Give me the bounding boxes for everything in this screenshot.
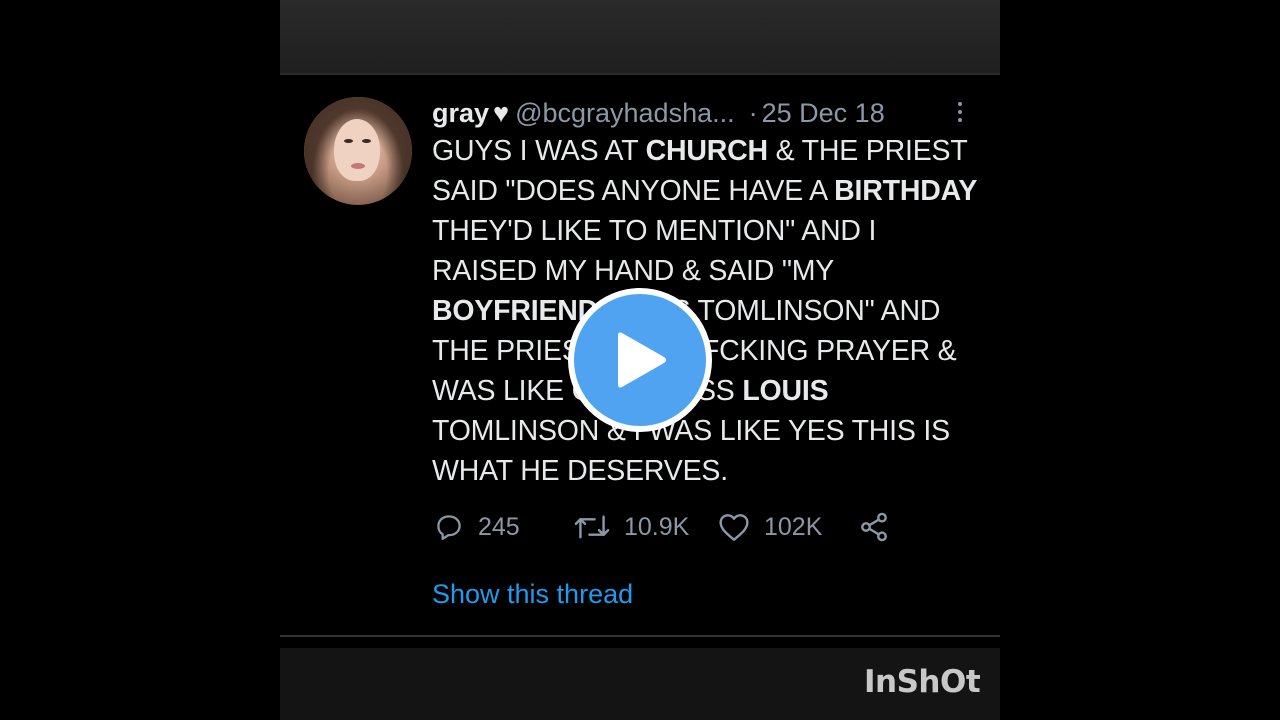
- tweet-text-segment: THEY'D LIKE TO MENTION" AND I RAISED MY …: [432, 215, 877, 287]
- tweet-text-segment: GUYS I WAS AT: [432, 135, 646, 167]
- user-handle[interactable]: @bcgrayhadsha...: [515, 98, 735, 128]
- previous-tweet-strip: [280, 0, 1000, 73]
- divider: [280, 635, 1000, 637]
- tweet-text-bold: BOYFRIEND: [432, 295, 599, 327]
- avatar-lips: [351, 163, 365, 169]
- tweet-text-bold: CHURCH: [645, 135, 768, 167]
- heart-emoji: ♥: [493, 98, 510, 128]
- display-name[interactable]: gray: [432, 98, 489, 128]
- screen: gray ♥ @bcgrayhadsha... · 25 Dec 18 GUYS I W…: [0, 0, 1280, 720]
- play-icon: [618, 332, 666, 388]
- tweet-text-segment: TOMLINSON & I WAS LIKE YES THIS IS WHAT …: [432, 415, 950, 487]
- avatar[interactable]: [304, 97, 412, 205]
- heart-icon: [719, 514, 749, 541]
- tweet-header: gray ♥ @bcgrayhadsha... · 25 Dec 18: [432, 95, 972, 131]
- reply-count: 245: [478, 512, 520, 541]
- inshot-watermark: InShOt: [864, 664, 981, 700]
- play-button-fill: [574, 294, 706, 426]
- share-icon: [861, 512, 887, 542]
- more-options-icon[interactable]: [950, 97, 970, 127]
- reply-icon: [437, 515, 461, 540]
- avatar-eye: [362, 139, 371, 143]
- tweet-date[interactable]: 25 Dec 18: [762, 98, 885, 128]
- like-button[interactable]: 102K: [718, 512, 858, 542]
- tweet-text-bold: LOUIS: [742, 375, 829, 407]
- separator-dot: ·: [748, 98, 758, 128]
- retweet-button[interactable]: 10.9K: [574, 512, 718, 542]
- show-thread-link[interactable]: Show this thread: [432, 577, 633, 611]
- tweet-text-bold: BIRTHDAY: [834, 175, 978, 207]
- avatar-face: [334, 119, 380, 181]
- retweet-icon: [574, 515, 610, 539]
- like-count: 102K: [764, 512, 823, 541]
- avatar-eye: [344, 139, 353, 143]
- tweet-actions: 245 10.9K 102K: [434, 507, 890, 547]
- retweet-count: 10.9K: [624, 512, 690, 541]
- share-button[interactable]: [858, 511, 890, 543]
- reply-button[interactable]: 245: [434, 512, 574, 542]
- tweet-text: GUYS I WAS AT CHURCH & THE PRIEST SAID "…: [432, 131, 987, 491]
- play-button[interactable]: [568, 288, 712, 432]
